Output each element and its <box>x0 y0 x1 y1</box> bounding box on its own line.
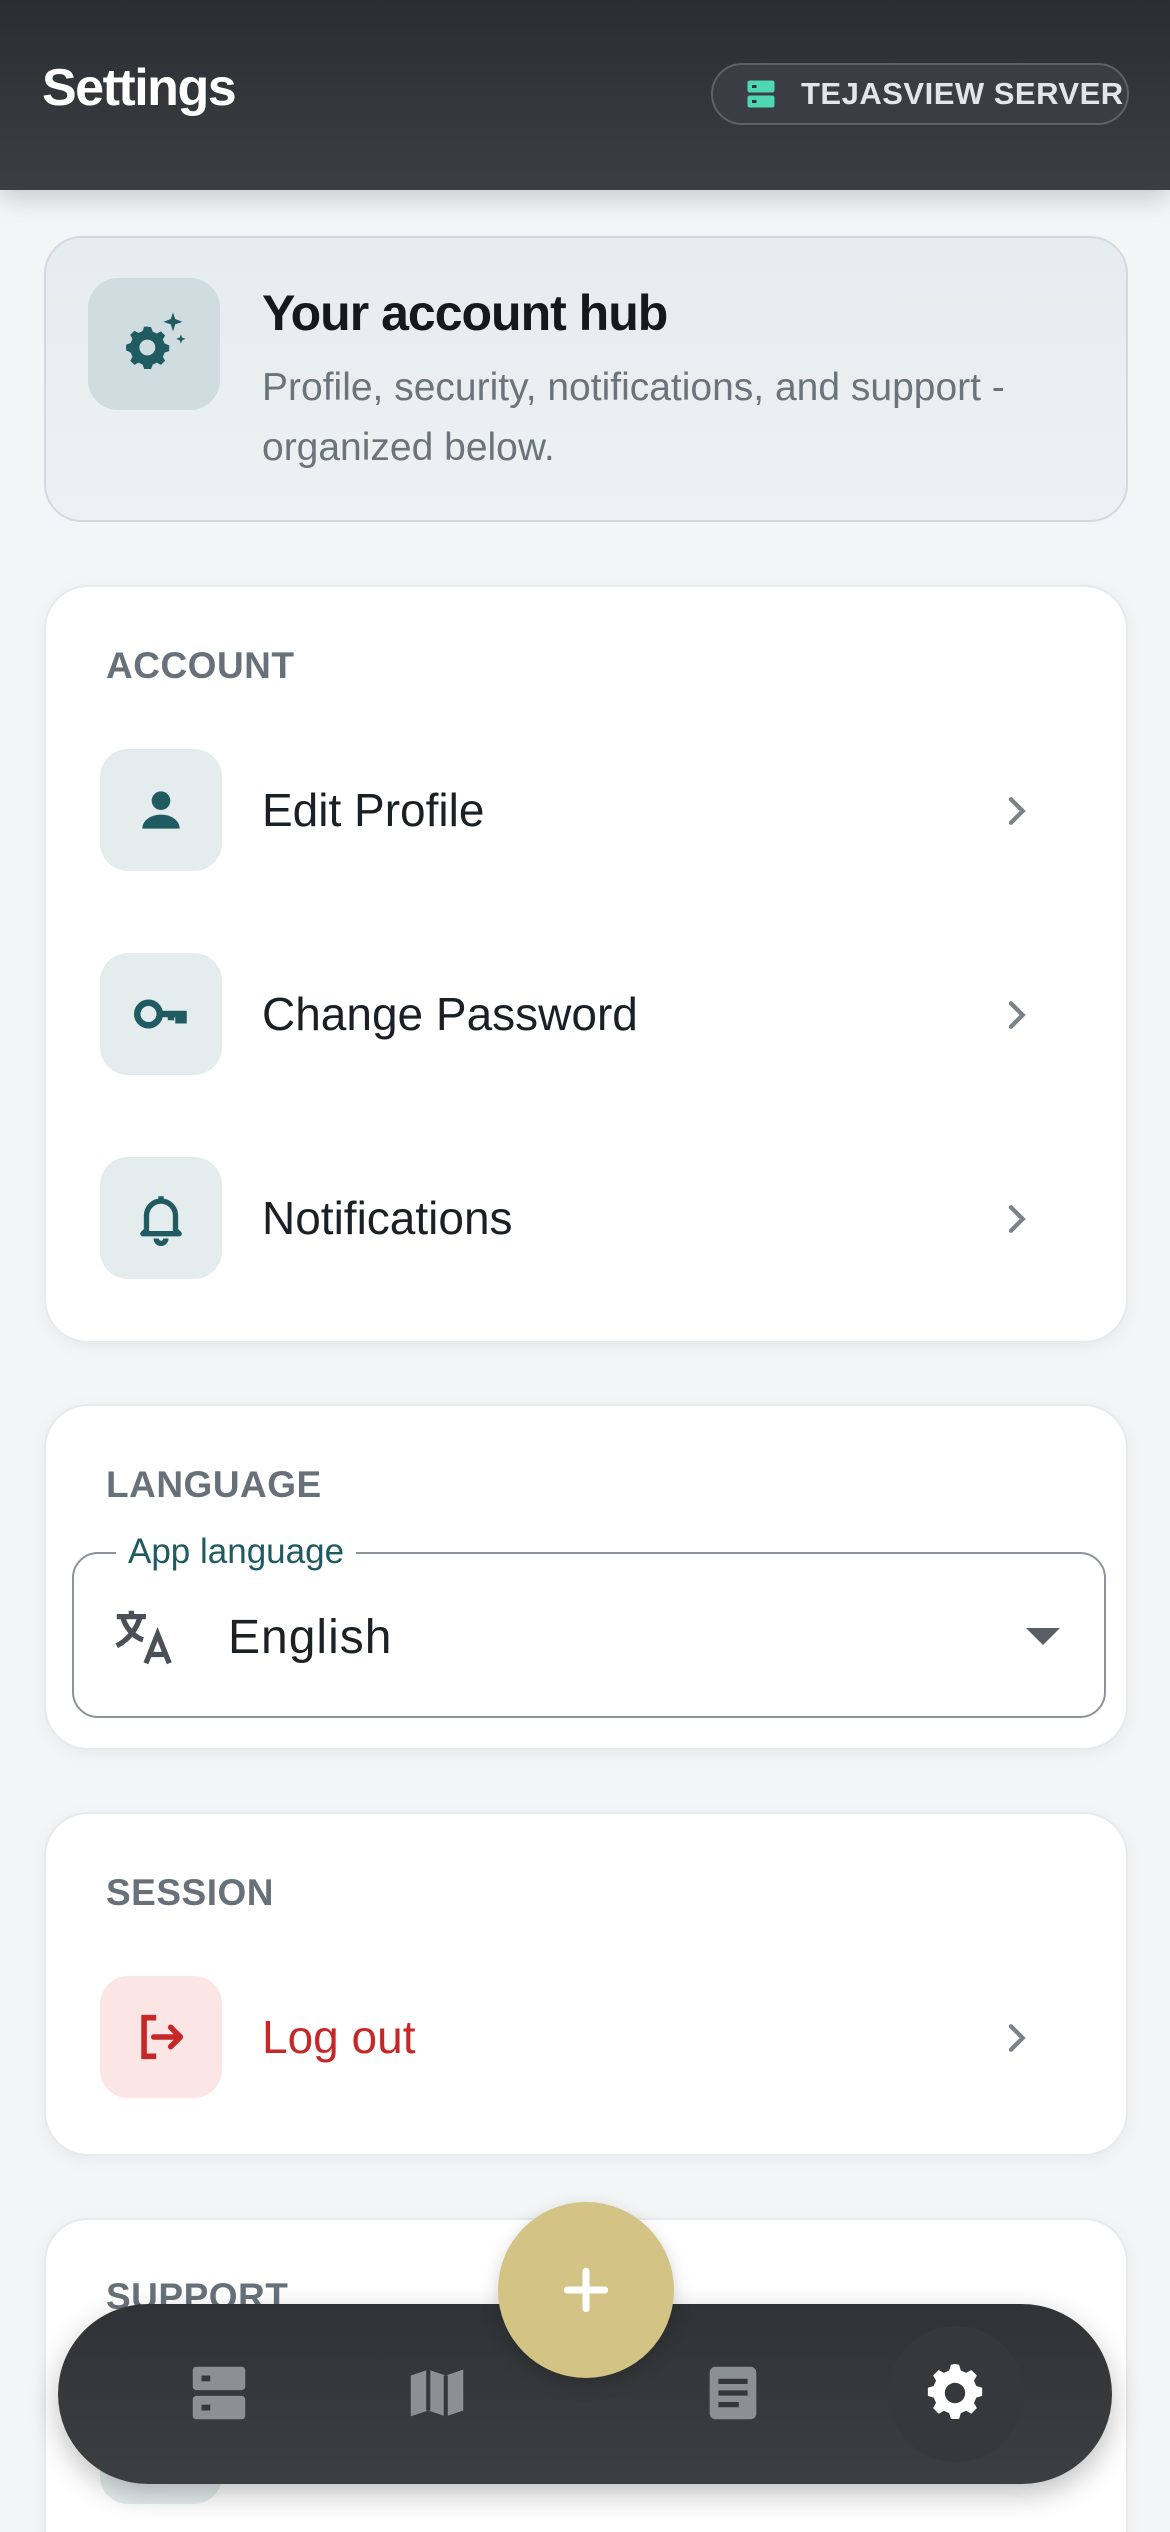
notifications-row[interactable]: Notifications <box>100 1157 1090 1281</box>
dropdown-arrow-icon <box>1026 1628 1060 1645</box>
app-language-value: English <box>228 1611 393 1664</box>
logout-row[interactable]: Log out <box>100 1976 1090 2100</box>
app-header: Settings TEJASVIEW SERVER <box>0 0 1170 190</box>
section-label-account: ACCOUNT <box>106 645 295 686</box>
person-icon <box>100 749 222 871</box>
edit-profile-label: Edit Profile <box>262 784 485 836</box>
page-title: Settings <box>42 59 237 117</box>
account-hub-banner: Your account hub Profile, security, noti… <box>44 236 1128 522</box>
server-name: TEJASVIEW SERVER <box>801 76 1124 111</box>
bell-icon <box>100 1157 222 1279</box>
settings-sparkle-icon <box>88 278 220 410</box>
translate-icon <box>115 1610 172 1665</box>
logout-icon <box>100 1976 222 2098</box>
server-badge[interactable]: TEJASVIEW SERVER <box>711 63 1129 125</box>
chevron-right-icon <box>1008 1205 1026 1233</box>
change-password-label: Change Password <box>262 988 638 1040</box>
nav-settings-icon[interactable] <box>920 2358 990 2428</box>
edit-profile-row[interactable]: Edit Profile <box>100 749 1090 873</box>
plus-icon <box>563 2267 609 2313</box>
section-label-language: LANGUAGE <box>106 1464 322 1505</box>
add-button[interactable] <box>498 2202 674 2378</box>
server-icon <box>747 80 775 108</box>
hub-subtitle: Profile, security, notifications, and su… <box>262 366 1005 469</box>
session-card: SESSION Log out <box>44 1812 1128 2156</box>
nav-map-icon[interactable] <box>402 2358 472 2428</box>
chevron-right-icon <box>1008 797 1026 825</box>
chevron-right-icon <box>1008 2024 1026 2052</box>
app-language-label: App language <box>116 1532 357 1572</box>
chevron-right-icon <box>1008 1001 1026 1029</box>
account-card: ACCOUNT Edit Profile Change Password Not… <box>44 585 1128 1343</box>
key-icon <box>100 953 222 1075</box>
nav-server-icon[interactable] <box>184 2358 254 2428</box>
app-language-select[interactable]: App language English <box>72 1532 1106 1718</box>
change-password-row[interactable]: Change Password <box>100 953 1090 1077</box>
notifications-label: Notifications <box>262 1192 513 1244</box>
hub-title: Your account hub <box>262 285 668 341</box>
language-card: LANGUAGE App language English <box>44 1404 1128 1750</box>
logout-label: Log out <box>262 2011 416 2063</box>
section-label-session: SESSION <box>106 1872 274 1913</box>
nav-article-icon[interactable] <box>698 2358 768 2428</box>
